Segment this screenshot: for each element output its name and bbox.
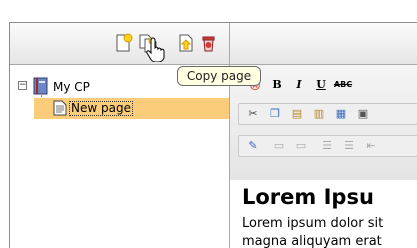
page-icon xyxy=(53,100,67,116)
form-select-icon[interactable]: ▭ xyxy=(290,136,312,156)
tree-item-new-page[interactable]: New page xyxy=(69,101,133,116)
underline-button[interactable]: U xyxy=(310,75,332,95)
book-icon xyxy=(33,77,49,95)
paste-page-icon[interactable] xyxy=(176,33,196,53)
tree-item-my-cp[interactable]: My CP xyxy=(53,80,90,94)
paste-icon[interactable]: ▤ xyxy=(286,104,308,124)
page-tree: − My CP New page xyxy=(10,65,229,248)
form-field-icon[interactable]: ▭ xyxy=(268,136,290,156)
select-all-icon[interactable]: ▣ xyxy=(352,104,374,124)
new-page-icon[interactable] xyxy=(113,33,133,53)
numbered-list-icon[interactable]: ☰ xyxy=(316,136,338,156)
outdent-icon[interactable]: ⇤ xyxy=(360,136,382,156)
paste-text-icon[interactable]: ▥ xyxy=(308,104,330,124)
content-paragraph-line: magna aliquyam erat xyxy=(242,234,382,248)
strikethrough-button[interactable]: ABC xyxy=(332,75,354,95)
rich-text-editor: ⊗ B I U ABC ✂ ❐ ▤ ▥ ▦ ▣ ✎ ▭ ▭ ☰ ☰ ⇤ Lore… xyxy=(230,65,417,248)
italic-button[interactable]: I xyxy=(288,75,310,95)
copy-icon[interactable]: ❐ xyxy=(264,104,286,124)
paste-word-icon[interactable]: ▦ xyxy=(330,104,352,124)
copy-page-tooltip: Copy page xyxy=(177,66,261,86)
collapse-toggle[interactable]: − xyxy=(18,81,27,90)
delete-page-icon[interactable] xyxy=(198,33,218,53)
content-heading: Lorem Ipsu xyxy=(242,185,374,209)
cut-icon[interactable]: ✂ xyxy=(242,104,264,124)
editor-content[interactable]: Lorem Ipsu Lorem ipsum dolor sit magna a… xyxy=(242,185,417,248)
cms-window: − My CP New page ⊗ B I U ABC ✂ ❐ ▤ ▥ ▦ ▣ xyxy=(9,22,417,248)
bulleted-list-icon[interactable]: ☰ xyxy=(338,136,360,156)
edit-source-icon[interactable]: ✎ xyxy=(242,136,264,156)
bold-button[interactable]: B xyxy=(266,75,288,95)
hand-cursor-icon xyxy=(146,36,168,63)
content-paragraph-line: Lorem ipsum dolor sit xyxy=(242,216,384,231)
